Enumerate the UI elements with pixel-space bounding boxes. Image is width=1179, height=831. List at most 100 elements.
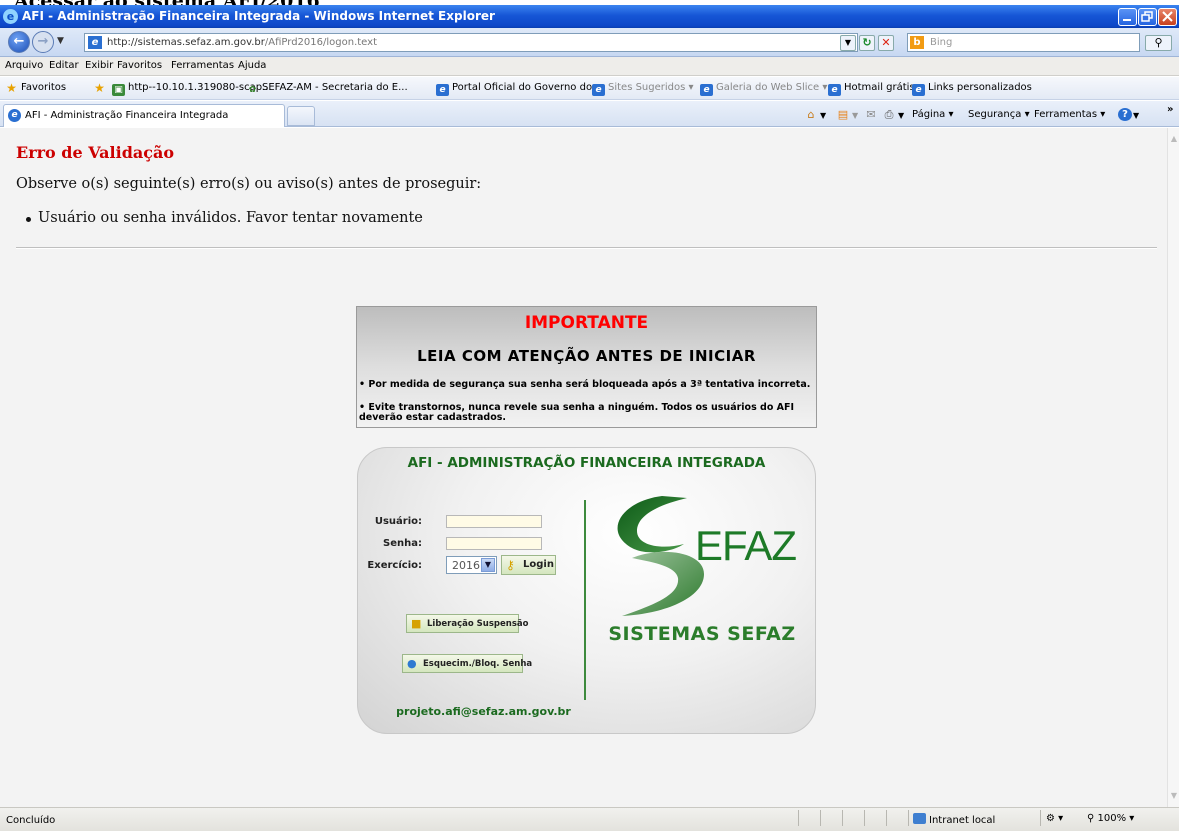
close-button[interactable]: [1158, 8, 1177, 26]
search-icon[interactable]: ⚲: [1145, 35, 1172, 51]
favorite-label: Sites Sugeridos: [608, 82, 686, 93]
search-input[interactable]: b Bing: [907, 33, 1140, 52]
year-selected-value: 2016: [452, 559, 480, 572]
ie-page-icon: e: [828, 84, 841, 96]
error-item-text: Usuário ou senha inválidos. Favor tentar…: [38, 210, 423, 226]
window-title: AFI - Administração Financeira Integrada…: [22, 9, 495, 23]
menu-ajuda[interactable]: Ajuda: [238, 60, 266, 71]
tab-bar: e AFI - Administração Financeira Integra…: [0, 101, 1179, 127]
back-button[interactable]: ←: [8, 31, 30, 53]
feeds-icon[interactable]: ▤: [836, 108, 850, 121]
print-dropdown-icon[interactable]: ▼: [898, 111, 904, 120]
favorite-galeria-web-slice[interactable]: e Galeria do Web Slice ▾: [700, 82, 827, 96]
notice-line-1: • Por medida de segurança sua senha será…: [359, 379, 811, 390]
favorites-button[interactable]: ★ Favoritos: [5, 82, 66, 94]
login-button-label: Login: [523, 559, 554, 570]
notice-subtitle: LEIA COM ATENÇÃO ANTES DE INICIAR: [417, 347, 756, 365]
status-separator: [908, 810, 909, 826]
add-favorite-button[interactable]: ★: [93, 82, 109, 94]
maximize-button[interactable]: [1138, 8, 1157, 26]
refresh-icon[interactable]: ↻: [859, 35, 875, 51]
new-tab-button[interactable]: [287, 106, 315, 126]
favorites-star-icon: ★: [6, 81, 17, 95]
url-host: http://sistemas.sefaz.am.gov.br: [107, 37, 265, 48]
year-label: Exercício:: [367, 560, 422, 571]
status-separator: [842, 810, 843, 826]
ie-page-icon: e: [912, 84, 925, 96]
add-favorite-icon: ★: [94, 81, 105, 95]
security-zone[interactable]: Intranet local: [913, 813, 995, 826]
favorite-sites-sugeridos[interactable]: e Sites Sugeridos ▾: [592, 82, 694, 96]
address-dropdown-icon[interactable]: ▼: [840, 35, 856, 51]
menu-editar[interactable]: Editar: [49, 60, 79, 71]
home-dropdown-icon[interactable]: ▼: [820, 111, 826, 120]
menu-favoritos[interactable]: Favoritos: [117, 60, 162, 71]
horizontal-divider: [16, 247, 1157, 249]
favorites-bar: ★ Favoritos ★ ▣ http--10.10.1.319080-scap.…: [0, 77, 1179, 100]
status-separator: [1040, 810, 1041, 826]
web-image-icon: ▣: [112, 84, 125, 96]
restore-icon: [1141, 11, 1153, 22]
page-menu-label: Página: [912, 109, 946, 120]
sefaz-icon: ✿: [248, 85, 257, 95]
year-select[interactable]: 2016 ▼: [446, 556, 497, 574]
logo-efaz-text: EFAZ: [695, 522, 797, 569]
chevron-more-icon[interactable]: »: [1167, 104, 1173, 115]
vertical-scrollbar[interactable]: ▲ ▼: [1167, 128, 1179, 807]
zone-label: Intranet local: [929, 815, 996, 826]
menu-exibir[interactable]: Exibir: [85, 60, 113, 71]
user-input[interactable]: [446, 515, 542, 528]
tab-afi[interactable]: e AFI - Administração Financeira Integra…: [3, 104, 285, 127]
user-label: Usuário:: [374, 516, 422, 527]
chevron-down-icon[interactable]: ▼: [481, 558, 495, 572]
menu-arquivo[interactable]: Arquivo: [5, 60, 43, 71]
help-icon[interactable]: ?: [1118, 108, 1132, 121]
scroll-up-icon[interactable]: ▲: [1169, 134, 1179, 144]
error-intro: Observe o(s) seguinte(s) erro(s) ou avis…: [16, 176, 482, 192]
help-dropdown-icon[interactable]: ▼: [1133, 111, 1139, 120]
login-button[interactable]: ⚷ Login: [501, 555, 556, 575]
status-text: Concluído: [6, 815, 56, 826]
close-icon: [1162, 11, 1173, 22]
menu-bar: Arquivo Editar Exibir Favoritos Ferramen…: [0, 57, 1179, 76]
release-suspension-button[interactable]: ■ Liberação Suspensão: [406, 614, 528, 633]
mail-icon[interactable]: ✉: [864, 108, 878, 121]
contact-email: projeto.afi@sefaz.am.gov.br: [396, 705, 571, 718]
favorite-link-portal[interactable]: e Portal Oficial do Governo do...: [436, 82, 601, 96]
error-item: Usuário ou senha inválidos. Favor tentar…: [26, 210, 423, 226]
menu-ferramentas[interactable]: Ferramentas: [171, 60, 234, 71]
favorite-links-personalizados[interactable]: e Links personalizados: [912, 82, 1032, 96]
favorite-hotmail[interactable]: e Hotmail grátis: [828, 82, 915, 96]
logo-sistemas-sefaz: SISTEMAS SEFAZ: [608, 623, 796, 645]
key-icon: ⚷: [506, 558, 515, 572]
search-placeholder: Bing: [930, 37, 953, 48]
page-menu[interactable]: Página ▾: [912, 109, 954, 120]
ie-page-icon: e: [436, 84, 449, 96]
tools-menu-label: Ferramentas: [1034, 109, 1098, 120]
tools-menu[interactable]: Ferramentas ▾: [1034, 109, 1105, 120]
favorite-link-sefaz[interactable]: ✿ SEFAZ-AM - Secretaria do E...: [246, 82, 408, 96]
forgot-password-button[interactable]: ● Esquecim./Bloq. Senha: [402, 654, 532, 673]
scroll-down-icon[interactable]: ▼: [1169, 791, 1179, 801]
window-title-bar[interactable]: e AFI - Administração Financeira Integra…: [0, 5, 1179, 28]
history-dropdown-icon[interactable]: ▼: [57, 36, 64, 46]
address-bar[interactable]: e http://sistemas.sefaz.am.gov.br/AfiPrd…: [84, 33, 858, 52]
protected-mode-button[interactable]: ⚙ ▾: [1046, 813, 1063, 824]
url-text[interactable]: http://sistemas.sefaz.am.gov.br/AfiPrd20…: [107, 37, 377, 48]
stop-icon[interactable]: ✕: [878, 35, 894, 51]
security-menu[interactable]: Segurança ▾: [968, 109, 1030, 120]
zoom-button[interactable]: ⚲ 100% ▾: [1087, 813, 1134, 824]
password-input[interactable]: [446, 537, 542, 550]
ie-page-icon: e: [8, 109, 21, 122]
favorite-label: Links personalizados: [928, 82, 1032, 93]
feeds-dropdown-icon[interactable]: ▼: [852, 111, 858, 120]
bullet-icon: [26, 217, 31, 222]
minimize-button[interactable]: [1118, 8, 1137, 26]
tab-label: AFI - Administração Financeira Integrada: [25, 110, 229, 121]
panel-divider: [584, 500, 586, 700]
status-separator: [864, 810, 865, 826]
print-icon[interactable]: ⎙: [882, 108, 896, 121]
home-icon[interactable]: ⌂: [804, 108, 818, 121]
forward-button[interactable]: →: [32, 31, 54, 53]
status-bar: [0, 807, 1179, 831]
